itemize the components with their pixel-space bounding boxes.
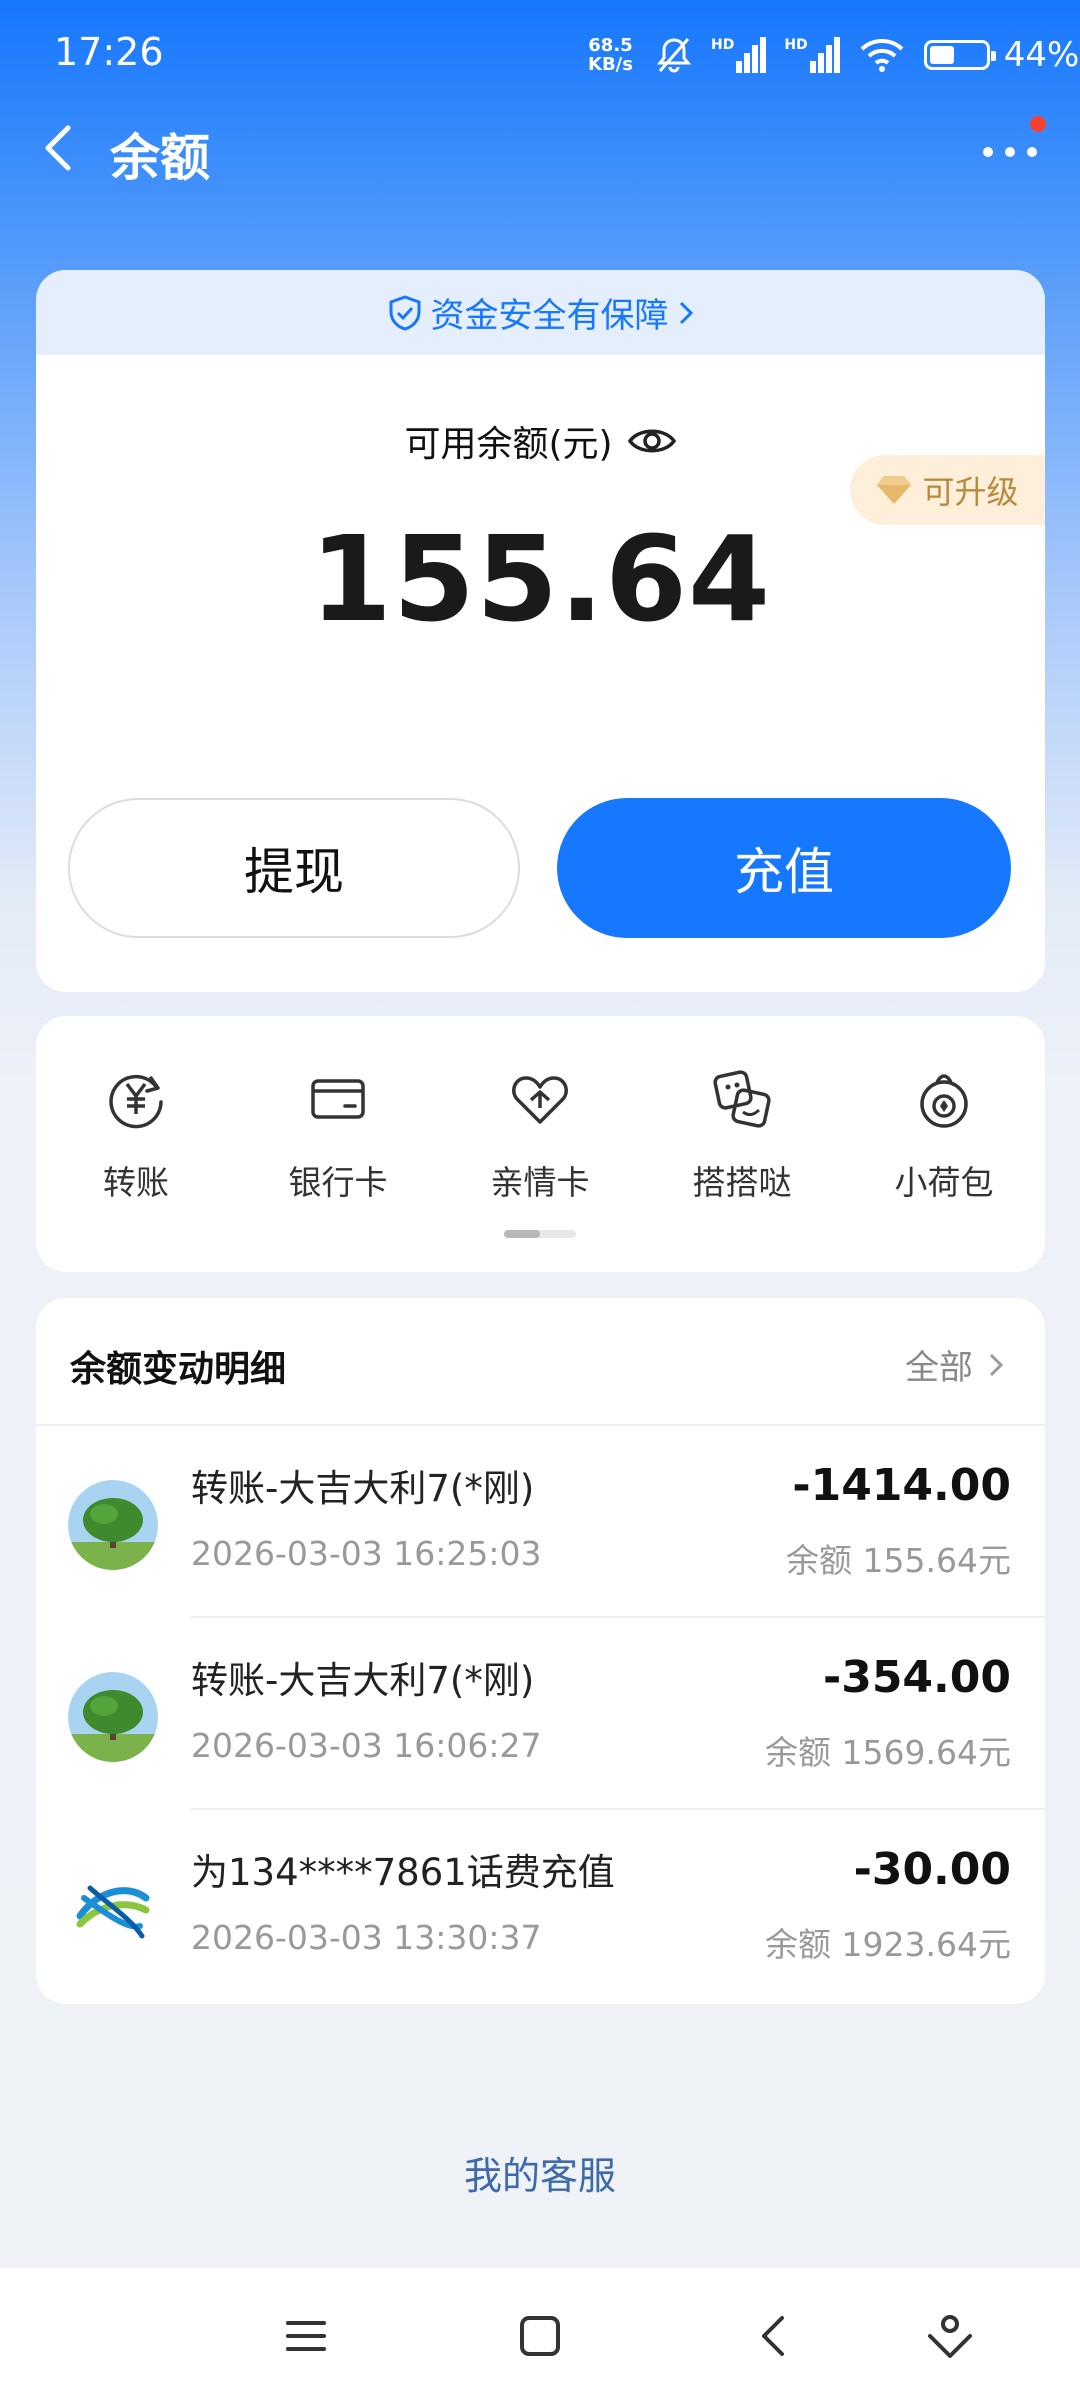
battery-percentage: 44% xyxy=(1003,35,1080,75)
china-mobile-logo xyxy=(68,1864,158,1954)
back-nav-icon[interactable] xyxy=(746,2308,802,2364)
shield-check-icon xyxy=(389,294,420,331)
system-nav-bar xyxy=(0,2268,1080,2400)
customer-service-link[interactable]: 我的客服 xyxy=(0,2145,1080,2200)
quick-action-transfer[interactable]: 转账 xyxy=(36,1066,236,1204)
transaction-balance: 余额 1569.64元 xyxy=(765,1733,1011,1772)
upgrade-label: 可升级 xyxy=(922,473,1019,511)
signal-2-icon: HD xyxy=(784,37,840,73)
quick-action-dadada[interactable]: 搭搭哒 xyxy=(642,1066,842,1204)
quick-action-label: 搭搭哒 xyxy=(692,1163,792,1202)
scroll-indicator-thumb xyxy=(504,1230,540,1238)
chevron-right-icon xyxy=(679,301,693,324)
transaction-row[interactable]: 转账-大吉大利7(*刚) 2026-03-03 16:25:03 -1414.0… xyxy=(36,1426,1045,1618)
bell-muted-icon xyxy=(656,38,692,73)
view-all-button[interactable]: 全部 xyxy=(905,1340,1005,1389)
wifi-icon xyxy=(860,39,904,72)
tree-avatar xyxy=(68,1480,158,1570)
tree-avatar xyxy=(68,1672,158,1762)
quick-actions-scroll-indicator xyxy=(504,1230,576,1238)
security-banner[interactable]: 资金安全有保障 xyxy=(36,270,1045,355)
security-text: 资金安全有保障 xyxy=(430,296,669,336)
bank-card-icon xyxy=(311,1079,365,1119)
quick-action-label: 银行卡 xyxy=(288,1163,388,1202)
family-card-icon xyxy=(512,1076,568,1124)
chevron-right-icon xyxy=(989,1353,1004,1376)
transactions-card: 余额变动明细 全部 转账-大吉大利7(*刚) 2026-03-03 16:25:… xyxy=(36,1298,1045,2004)
transaction-time: 2026-03-03 13:30:37 xyxy=(191,1918,542,1957)
quick-action-small-purse[interactable]: 小荷包 xyxy=(844,1066,1044,1204)
eye-icon[interactable] xyxy=(627,423,677,459)
status-bar: 17:26 68.5 KB/s HD HD 44% xyxy=(0,0,1080,110)
transaction-balance: 余额 1923.64元 xyxy=(765,1925,1011,1964)
quick-action-label: 小荷包 xyxy=(894,1163,994,1202)
transaction-name: 为134****7861话费充值 xyxy=(191,1851,615,1894)
transaction-row[interactable]: 转账-大吉大利7(*刚) 2026-03-03 16:06:27 -354.00… xyxy=(36,1618,1045,1810)
transaction-row[interactable]: 为134****7861话费充值 2026-03-03 13:30:37 -30… xyxy=(36,1810,1045,2002)
transaction-amount: -354.00 xyxy=(822,1652,1011,1703)
transfer-yuan-icon xyxy=(109,1074,163,1129)
balance-amount: 155.64 xyxy=(309,510,772,648)
recharge-button[interactable]: 充值 xyxy=(557,798,1011,938)
quick-actions-card: 转账 银行卡 亲情卡 搭搭哒 小荷包 xyxy=(36,1016,1045,1272)
transactions-title: 余额变动明细 xyxy=(70,1349,287,1390)
transaction-time: 2026-03-03 16:06:27 xyxy=(191,1726,542,1765)
diamond-icon xyxy=(877,476,912,504)
transaction-time: 2026-03-03 16:25:03 xyxy=(191,1534,542,1573)
balance-card: 资金安全有保障 可用余额(元) 可升级 155.64 提现 充值 xyxy=(36,270,1045,992)
view-all-label: 全部 xyxy=(905,1348,973,1388)
notification-dot xyxy=(1030,116,1046,132)
small-purse-icon xyxy=(920,1074,968,1128)
transactions-header: 余额变动明细 全部 xyxy=(36,1298,1045,1426)
home-square-icon[interactable] xyxy=(512,2308,568,2364)
withdraw-button[interactable]: 提现 xyxy=(68,798,520,938)
transaction-amount: -30.00 xyxy=(853,1844,1011,1895)
back-arrow-icon[interactable] xyxy=(30,116,90,180)
quick-action-label: 亲情卡 xyxy=(490,1163,590,1202)
quick-action-label: 转账 xyxy=(103,1163,169,1202)
transaction-name: 转账-大吉大利7(*刚) xyxy=(191,1467,535,1510)
signal-1-icon: HD xyxy=(711,37,767,73)
transaction-balance: 余额 155.64元 xyxy=(786,1541,1011,1580)
battery-icon xyxy=(923,40,996,70)
assistant-icon[interactable] xyxy=(922,2308,978,2364)
quick-action-family-card[interactable]: 亲情卡 xyxy=(440,1066,640,1204)
quick-action-bank-card[interactable]: 银行卡 xyxy=(238,1066,438,1204)
transaction-amount: -1414.00 xyxy=(792,1460,1011,1511)
more-options-icon[interactable] xyxy=(980,130,1050,170)
status-icons: HD HD 44% xyxy=(655,30,1079,80)
available-balance-label: 可用余额(元) xyxy=(404,424,613,465)
status-time: 17:26 xyxy=(54,30,164,74)
dadada-icon xyxy=(713,1070,771,1128)
transaction-name: 转账-大吉大利7(*刚) xyxy=(191,1659,535,1702)
page-title: 余额 xyxy=(110,129,210,187)
network-speed: 68.5 KB/s xyxy=(588,35,633,75)
menu-icon[interactable] xyxy=(278,2308,334,2364)
